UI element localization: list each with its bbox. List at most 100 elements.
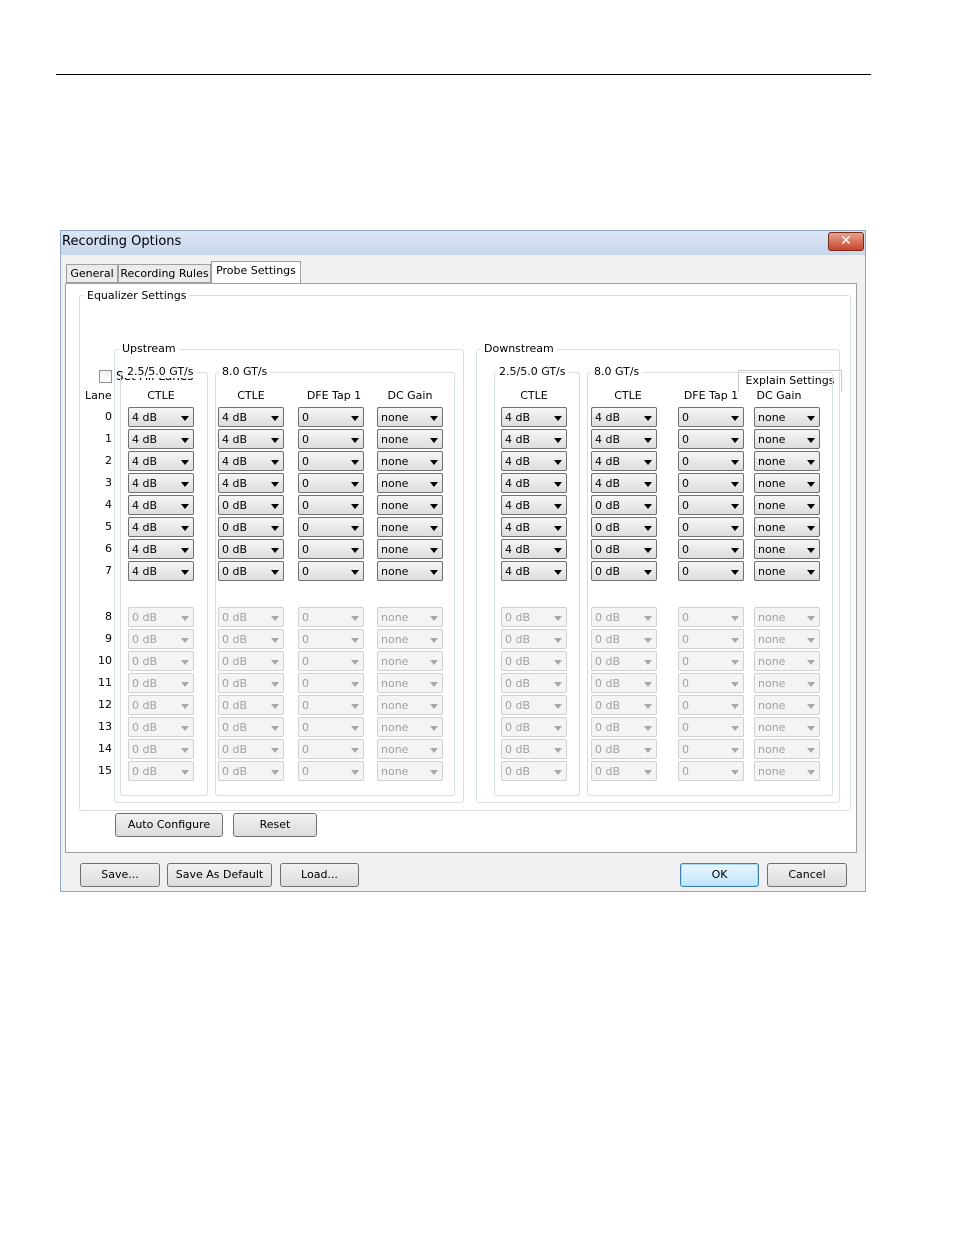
auto-configure-button[interactable]: Auto Configure	[115, 813, 223, 837]
upstream-dfe-dropdown[interactable]: 0	[298, 561, 364, 581]
dropdown-value: none	[758, 677, 786, 690]
upstream-ctle-a-dropdown[interactable]: 4 dB	[128, 407, 194, 427]
upstream-ctle-a-dropdown[interactable]: 4 dB	[128, 429, 194, 449]
downstream-dfe-dropdown[interactable]: 0	[678, 495, 744, 515]
downstream-ctle-a-dropdown[interactable]: 4 dB	[501, 495, 567, 515]
dropdown-value: 0 dB	[505, 699, 531, 712]
downstream-ctle-b-dropdown[interactable]: 4 dB	[591, 407, 657, 427]
upstream-dfe-dropdown[interactable]: 0	[298, 429, 364, 449]
chevron-down-icon	[181, 704, 189, 709]
upstream-dfe-dropdown[interactable]: 0	[298, 517, 364, 537]
tab-general[interactable]: General	[66, 264, 118, 283]
dropdown-value: none	[758, 455, 786, 468]
downstream-dcgain-dropdown[interactable]: none	[754, 429, 820, 449]
upstream-ctle-a-dropdown[interactable]: 4 dB	[128, 495, 194, 515]
downstream-ctle-b-dropdown[interactable]: 0 dB	[591, 517, 657, 537]
chevron-down-icon	[351, 482, 359, 487]
dropdown-value: 0	[682, 565, 689, 578]
downstream-ctle-a-dropdown[interactable]: 4 dB	[501, 429, 567, 449]
downstream-ctle-b-dropdown[interactable]: 0 dB	[591, 561, 657, 581]
upstream-dfe-dropdown[interactable]: 0	[298, 451, 364, 471]
upstream-dcgain-dropdown[interactable]: none	[377, 495, 443, 515]
upstream-ctle-b-dropdown[interactable]: 4 dB	[218, 407, 284, 427]
tab-probe-settings[interactable]: Probe Settings	[211, 261, 301, 283]
downstream-dfe-dropdown[interactable]: 0	[678, 539, 744, 559]
upstream-ctle-a-dropdown[interactable]: 4 dB	[128, 539, 194, 559]
downstream-dcgain-dropdown[interactable]: none	[754, 561, 820, 581]
close-icon[interactable]: ✕	[828, 232, 864, 251]
downstream-dcgain-dropdown[interactable]: none	[754, 473, 820, 493]
upstream-ctle-b-dropdown[interactable]: 0 dB	[218, 495, 284, 515]
ok-button[interactable]: OK	[680, 863, 759, 887]
upstream-ctle-b-dropdown[interactable]: 4 dB	[218, 451, 284, 471]
downstream-dfe-dropdown[interactable]: 0	[678, 473, 744, 493]
upstream-ctle-b-dropdown[interactable]: 0 dB	[218, 539, 284, 559]
downstream-ctle-b-dropdown[interactable]: 4 dB	[591, 451, 657, 471]
upstream-ctle-b-dropdown[interactable]: 0 dB	[218, 561, 284, 581]
cancel-button[interactable]: Cancel	[767, 863, 847, 887]
downstream-ctle-a-dropdown[interactable]: 4 dB	[501, 473, 567, 493]
downstream-ctle-a-dropdown[interactable]: 4 dB	[501, 539, 567, 559]
dropdown-value: 4 dB	[132, 477, 158, 490]
dropdown-value: 0 dB	[595, 499, 621, 512]
downstream-ctle-a-dropdown[interactable]: 4 dB	[501, 561, 567, 581]
upstream-ctle-a-dropdown[interactable]: 4 dB	[128, 473, 194, 493]
dropdown-value: 0	[302, 677, 309, 690]
reset-button[interactable]: Reset	[233, 813, 317, 837]
upstream-dcgain-dropdown[interactable]: none	[377, 539, 443, 559]
dropdown-value: 0	[682, 743, 689, 756]
downstream-dcgain-dropdown[interactable]: none	[754, 495, 820, 515]
upstream-ctle-a-dropdown[interactable]: 4 dB	[128, 561, 194, 581]
upstream-ctle-a-dropdown: 0 dB	[128, 761, 194, 781]
upstream-dcgain-dropdown[interactable]: none	[377, 429, 443, 449]
dropdown-value: none	[758, 743, 786, 756]
downstream-dfe-dropdown[interactable]: 0	[678, 429, 744, 449]
downstream-ctle-b-dropdown[interactable]: 0 dB	[591, 495, 657, 515]
upstream-ctle-b-dropdown[interactable]: 4 dB	[218, 473, 284, 493]
save-button[interactable]: Save...	[80, 863, 160, 887]
dropdown-value: none	[758, 543, 786, 556]
upstream-dfe-dropdown[interactable]: 0	[298, 473, 364, 493]
dropdown-value: 0 dB	[595, 765, 621, 778]
upstream-dfe-dropdown[interactable]: 0	[298, 495, 364, 515]
downstream-ctle-a-dropdown[interactable]: 4 dB	[501, 451, 567, 471]
upstream-ctle-b-dropdown[interactable]: 4 dB	[218, 429, 284, 449]
upstream-dcgain-dropdown[interactable]: none	[377, 561, 443, 581]
downstream-dfe-dropdown[interactable]: 0	[678, 451, 744, 471]
upstream-dcgain-dropdown: none	[377, 761, 443, 781]
downstream-ctle-b-dropdown[interactable]: 0 dB	[591, 539, 657, 559]
dropdown-value: none	[381, 565, 409, 578]
chevron-down-icon	[430, 748, 438, 753]
chevron-down-icon	[807, 416, 815, 421]
upstream-dcgain-dropdown[interactable]: none	[377, 517, 443, 537]
downstream-dcgain-dropdown[interactable]: none	[754, 451, 820, 471]
upstream-ctle-b-dropdown[interactable]: 0 dB	[218, 517, 284, 537]
downstream-dfe-dropdown[interactable]: 0	[678, 517, 744, 537]
downstream-dcgain-dropdown[interactable]: none	[754, 539, 820, 559]
upstream-ctle-a-dropdown[interactable]: 4 dB	[128, 517, 194, 537]
downstream-dfe-dropdown[interactable]: 0	[678, 407, 744, 427]
upstream-ctle-a-dropdown[interactable]: 4 dB	[128, 451, 194, 471]
upstream-dcgain-dropdown[interactable]: none	[377, 473, 443, 493]
downstream-dcgain-dropdown: none	[754, 651, 820, 671]
dropdown-value: 0	[302, 411, 309, 424]
downstream-ctle-b-dropdown[interactable]: 4 dB	[591, 429, 657, 449]
upstream-dcgain-dropdown[interactable]: none	[377, 451, 443, 471]
chevron-down-icon	[807, 460, 815, 465]
downstream-dcgain-dropdown[interactable]: none	[754, 407, 820, 427]
upstream-dfe-dropdown[interactable]: 0	[298, 539, 364, 559]
set-all-lanes-checkbox[interactable]	[99, 370, 112, 383]
tab-recording-rules[interactable]: Recording Rules	[118, 264, 211, 283]
upstream-dcgain-dropdown[interactable]: none	[377, 407, 443, 427]
downstream-dfe-dropdown[interactable]: 0	[678, 561, 744, 581]
lane-number: 6	[105, 542, 112, 555]
downstream-ctle-a-dropdown[interactable]: 4 dB	[501, 517, 567, 537]
save-as-default-button[interactable]: Save As Default	[167, 863, 272, 887]
downstream-ctle-a-dropdown[interactable]: 4 dB	[501, 407, 567, 427]
load-button[interactable]: Load...	[280, 863, 359, 887]
lane-number: 13	[98, 720, 112, 733]
downstream-ctle-b-dropdown[interactable]: 4 dB	[591, 473, 657, 493]
dropdown-value: none	[381, 655, 409, 668]
upstream-dfe-dropdown[interactable]: 0	[298, 407, 364, 427]
downstream-dcgain-dropdown[interactable]: none	[754, 517, 820, 537]
